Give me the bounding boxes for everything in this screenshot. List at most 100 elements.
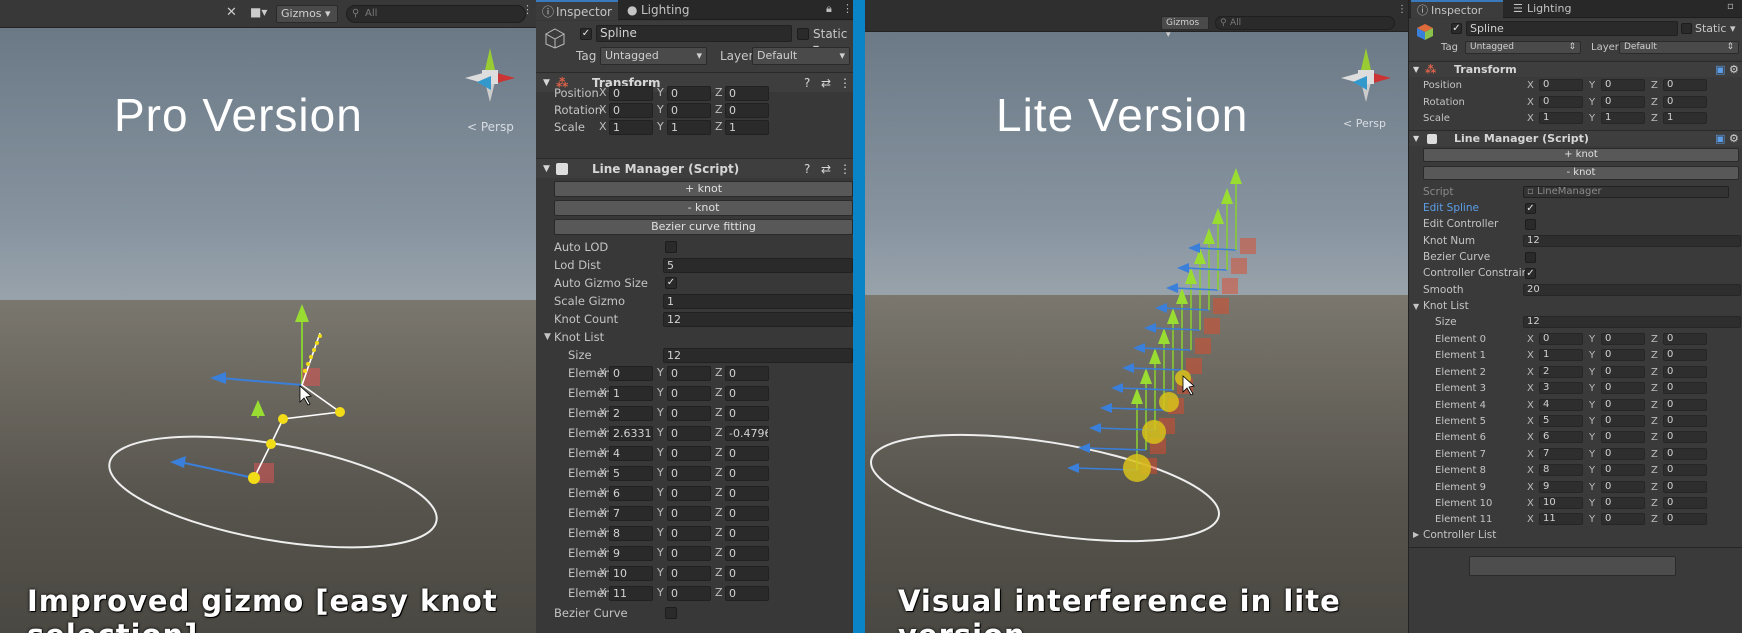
lite-scene-view[interactable]: Gizmos ▾ ⚲ All ⋮ Lite Version < Persp Vis… <box>865 0 1408 633</box>
tag-dropdown[interactable]: Untagged ⇕ <box>1465 41 1581 54</box>
x-field[interactable]: 3 <box>1539 382 1583 395</box>
edit-controller-checkbox[interactable] <box>1525 219 1536 230</box>
x-field[interactable]: 6 <box>609 486 653 501</box>
y-field[interactable]: 0 <box>667 466 711 481</box>
y-field[interactable]: 0 <box>1601 447 1645 460</box>
object-name-input[interactable]: Spline <box>1466 21 1678 36</box>
z-field[interactable]: 0 <box>1663 95 1707 108</box>
x-field[interactable]: 9 <box>609 546 653 561</box>
foldout-arrow-icon[interactable]: ▼ <box>543 159 550 179</box>
z-field[interactable]: 0 <box>725 86 769 101</box>
more-icon[interactable]: ⋮ <box>842 2 853 15</box>
z-field[interactable]: 0 <box>1663 382 1707 395</box>
knot-size-field[interactable]: 12 <box>1523 316 1741 328</box>
tag-dropdown[interactable]: Untagged ▾ <box>600 47 707 65</box>
x-field[interactable]: 1 <box>1539 349 1583 362</box>
z-field[interactable]: 0 <box>1663 365 1707 378</box>
z-field[interactable]: 0 <box>725 103 769 118</box>
z-field[interactable]: 0 <box>1663 349 1707 362</box>
y-field[interactable]: 0 <box>1601 497 1645 509</box>
x-field[interactable]: 0 <box>609 86 653 101</box>
auto-gizmo-checkbox[interactable]: ✓ <box>665 277 677 289</box>
y-field[interactable]: 0 <box>667 366 711 381</box>
z-field[interactable]: 0 <box>1663 333 1707 345</box>
z-field[interactable]: -0.47963 <box>725 426 769 441</box>
y-field[interactable]: 0 <box>667 546 711 561</box>
y-field[interactable]: 0 <box>667 526 711 541</box>
y-field[interactable]: 0 <box>667 406 711 421</box>
script-header[interactable]: ▼ Line Manager (Script) ? ⇄ ⋮ <box>536 158 853 178</box>
x-field[interactable]: 2 <box>609 406 653 421</box>
z-field[interactable]: 0 <box>725 566 769 581</box>
controller-list-row[interactable]: ▶ Controller List <box>1409 527 1742 543</box>
x-field[interactable]: 8 <box>609 526 653 541</box>
knot-num-field[interactable]: 12 <box>1523 235 1741 247</box>
bezier-checkbox[interactable] <box>665 607 677 619</box>
y-field[interactable]: 0 <box>667 446 711 461</box>
y-field[interactable]: 1 <box>667 120 711 135</box>
x-field[interactable]: 0 <box>1539 79 1583 91</box>
static-label[interactable]: Static ▾ <box>1695 22 1735 35</box>
y-field[interactable]: 0 <box>1601 431 1645 444</box>
x-field[interactable]: 1 <box>1539 112 1583 124</box>
more-icon[interactable]: ⋮ <box>839 159 851 179</box>
x-field[interactable]: 6 <box>1539 431 1583 444</box>
z-field[interactable]: 0 <box>1663 497 1707 509</box>
static-checkbox[interactable] <box>797 28 809 40</box>
tab-inspector[interactable]: ⓘ Inspector <box>1411 0 1503 18</box>
z-field[interactable]: 0 <box>1663 464 1707 477</box>
bezier-checkbox[interactable] <box>1525 252 1536 263</box>
knot-list-row[interactable]: ▼ Knot List <box>536 328 853 346</box>
z-field[interactable]: 0 <box>725 446 769 461</box>
y-field[interactable]: 0 <box>667 486 711 501</box>
y-field[interactable]: 0 <box>1601 95 1645 108</box>
y-field[interactable]: 0 <box>667 426 711 441</box>
help-icon[interactable]: ? <box>804 159 810 179</box>
y-field[interactable]: 0 <box>667 86 711 101</box>
y-field[interactable]: 0 <box>667 386 711 401</box>
z-field[interactable]: 0 <box>1663 480 1707 493</box>
foldout-arrow-icon[interactable]: ▼ <box>1413 299 1419 314</box>
x-field[interactable]: 0 <box>1539 95 1583 108</box>
auto-lod-checkbox[interactable] <box>665 241 677 253</box>
pro-scene-view[interactable]: ✕ ■▾ Gizmos ▾ ⚲ All ⋮ Pro Version < Persp <box>0 0 536 633</box>
add-component-button[interactable] <box>1469 556 1676 576</box>
x-field[interactable]: 4 <box>609 446 653 461</box>
y-field[interactable]: 0 <box>667 566 711 581</box>
z-field[interactable]: 0 <box>725 586 769 601</box>
gear-icon[interactable]: ⚙ <box>1729 131 1739 147</box>
y-field[interactable]: 0 <box>1601 398 1645 411</box>
layer-dropdown[interactable]: Default ⇕ <box>1619 41 1739 54</box>
x-field[interactable]: 5 <box>609 466 653 481</box>
x-field[interactable]: 1 <box>609 120 653 135</box>
add-knot-button[interactable]: + knot <box>554 181 853 197</box>
edit-spline-checkbox[interactable]: ✓ <box>1525 203 1536 214</box>
z-field[interactable]: 1 <box>725 120 769 135</box>
y-field[interactable]: 0 <box>1601 333 1645 345</box>
x-field[interactable]: 8 <box>1539 464 1583 477</box>
spline-gizmo-icon[interactable] <box>0 0 536 633</box>
bezier-fitting-button[interactable]: Bezier curve fitting <box>554 219 853 235</box>
z-field[interactable]: 0 <box>725 486 769 501</box>
x-field[interactable]: 10 <box>1539 497 1583 509</box>
x-field[interactable]: 2.633152 <box>609 426 653 441</box>
layer-dropdown[interactable]: Default ▾ <box>752 47 850 65</box>
z-field[interactable]: 0 <box>1663 415 1707 427</box>
foldout-arrow-icon[interactable]: ▼ <box>544 328 551 346</box>
z-field[interactable]: 0 <box>725 466 769 481</box>
book-icon[interactable]: ▣ <box>1715 62 1725 78</box>
z-field[interactable]: 0 <box>725 366 769 381</box>
settings-icon[interactable]: ⇄ <box>821 159 831 179</box>
z-field[interactable]: 0 <box>725 506 769 521</box>
controller-constraint-checkbox[interactable]: ✓ <box>1525 268 1536 279</box>
transform-header[interactable]: ▼ ⁂ Transform ▣ ⚙ <box>1409 61 1742 77</box>
z-field[interactable]: 0 <box>1663 79 1707 91</box>
lod-dist-field[interactable]: 5 <box>663 258 853 273</box>
y-field[interactable]: 0 <box>1601 365 1645 378</box>
knot-list-row[interactable]: Knot List ▼ <box>1409 299 1742 314</box>
foldout-arrow-icon[interactable]: ▼ <box>1413 131 1419 147</box>
y-field[interactable]: 0 <box>667 103 711 118</box>
active-checkbox[interactable]: ✓ <box>580 28 592 40</box>
x-field[interactable]: 0 <box>1539 333 1583 345</box>
x-field[interactable]: 0 <box>609 366 653 381</box>
